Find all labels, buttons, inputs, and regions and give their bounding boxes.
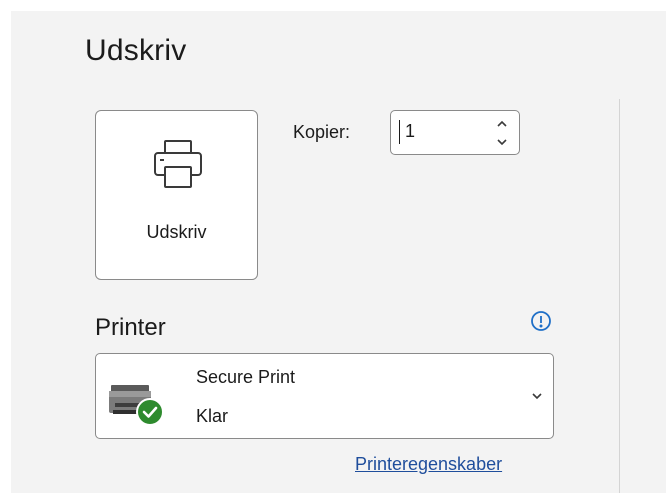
text-caret bbox=[399, 120, 400, 144]
printer-status: Klar bbox=[196, 406, 229, 426]
printer-properties-link[interactable]: Printeregenskaber bbox=[355, 454, 502, 475]
info-icon[interactable] bbox=[530, 310, 552, 332]
chevron-up-icon[interactable] bbox=[493, 116, 511, 132]
vertical-divider bbox=[619, 99, 620, 493]
printer-ready-icon bbox=[109, 385, 164, 426]
chevron-down-icon[interactable] bbox=[493, 134, 511, 150]
copies-value[interactable]: 1 bbox=[405, 121, 415, 142]
chevron-down-icon[interactable] bbox=[530, 391, 544, 401]
print-button-label: Udskriv bbox=[146, 222, 207, 242]
page-title: Udskriv bbox=[85, 34, 187, 67]
print-button[interactable]: Udskriv bbox=[95, 110, 258, 280]
printer-icon bbox=[154, 140, 202, 188]
copies-stepper[interactable]: 1 bbox=[390, 110, 520, 155]
copies-label: Kopier: bbox=[293, 122, 351, 142]
printer-dropdown[interactable]: Secure Print Klar bbox=[95, 353, 554, 439]
printer-section-title: Printer bbox=[95, 314, 166, 341]
printer-name: Secure Print bbox=[196, 367, 296, 387]
